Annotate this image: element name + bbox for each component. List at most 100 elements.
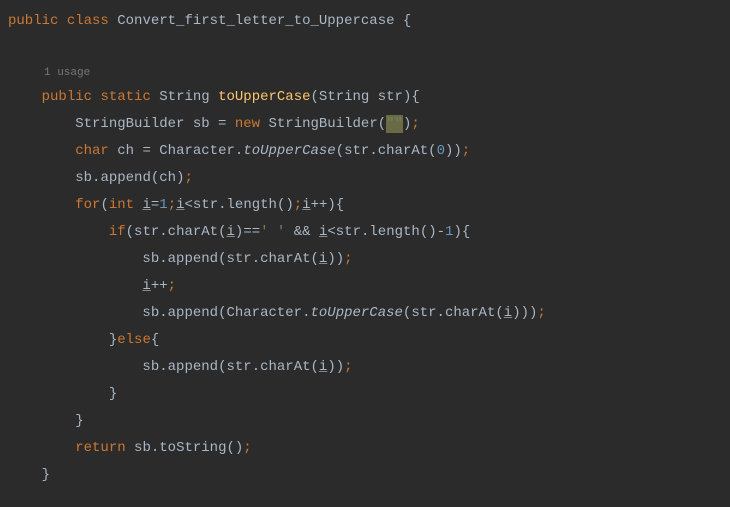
- brace-close: }: [42, 467, 50, 483]
- method-append: append: [168, 251, 218, 267]
- code-line-15: return sb.toString();: [0, 435, 730, 462]
- paren-open: (: [100, 197, 108, 213]
- less-than: <: [185, 197, 193, 213]
- method-append: append: [168, 359, 218, 375]
- code-line-4: char ch = Character.toUpperCase(str.char…: [0, 138, 730, 165]
- code-editor[interactable]: public class Convert_first_letter_to_Upp…: [0, 8, 730, 489]
- brace-close: }: [109, 332, 117, 348]
- var-i: i: [227, 224, 235, 240]
- var-i: i: [302, 197, 310, 213]
- paren-open: (: [428, 143, 436, 159]
- method-charat: charAt: [260, 359, 310, 375]
- blank-line: [0, 35, 730, 62]
- dot: .: [159, 251, 167, 267]
- var-str: str: [226, 359, 251, 375]
- brace-open: {: [395, 13, 412, 29]
- dot: .: [159, 224, 167, 240]
- paren-open: (: [311, 89, 319, 105]
- increment-op: ++: [311, 197, 328, 213]
- number-literal-0: 0: [437, 143, 445, 159]
- var-i: i: [142, 278, 150, 294]
- keyword-else: else: [117, 332, 151, 348]
- keyword-new: new: [235, 116, 260, 132]
- method-charat: charAt: [260, 251, 310, 267]
- dot: .: [218, 197, 226, 213]
- semicolon: ;: [344, 251, 352, 267]
- paren-close-close: )): [445, 143, 462, 159]
- paren-close-close: )): [327, 359, 344, 375]
- ctor-stringbuilder: StringBuilder: [269, 116, 378, 132]
- dot: .: [437, 305, 445, 321]
- paren-open: (: [378, 116, 386, 132]
- method-charat: charAt: [168, 224, 218, 240]
- semicolon: ;: [184, 170, 192, 186]
- code-line-10: sb.append(Character.toUpperCase(str.char…: [0, 300, 730, 327]
- paren-open: (: [218, 224, 226, 240]
- var-str: str: [411, 305, 436, 321]
- code-line-3: StringBuilder sb = new StringBuilder("")…: [0, 111, 730, 138]
- brace-open: {: [151, 332, 159, 348]
- paren-close-brace: ){: [453, 224, 470, 240]
- method-charat: charAt: [445, 305, 495, 321]
- var-str: str: [193, 197, 218, 213]
- var-str: str: [226, 251, 251, 267]
- code-line-5: sb.append(ch);: [0, 165, 730, 192]
- parens: (): [420, 224, 437, 240]
- var-i: i: [176, 197, 184, 213]
- method-tostring: toString: [159, 440, 226, 456]
- semicolon: ;: [411, 116, 419, 132]
- return-type: String: [159, 89, 209, 105]
- equals: =: [134, 143, 159, 159]
- code-line-11: }else{: [0, 327, 730, 354]
- keyword-int: int: [109, 197, 134, 213]
- keyword-public: public: [42, 89, 92, 105]
- method-name: toUpperCase: [218, 89, 310, 105]
- dot: .: [252, 251, 260, 267]
- keyword-class: class: [67, 13, 109, 29]
- var-sb: sb: [142, 305, 159, 321]
- dot: .: [369, 143, 377, 159]
- dot: .: [159, 305, 167, 321]
- keyword-char: char: [75, 143, 109, 159]
- var-sb: sb: [75, 170, 92, 186]
- keyword-return: return: [75, 440, 125, 456]
- code-line-7: if(str.charAt(i)==' ' && i<str.length()-…: [0, 219, 730, 246]
- paren-open: (: [311, 251, 319, 267]
- var-str: str: [134, 224, 159, 240]
- paren-open: (: [151, 170, 159, 186]
- semicolon: ;: [294, 197, 302, 213]
- class-name: Convert_first_letter_to_Uppercase: [117, 13, 394, 29]
- number-literal-1: 1: [159, 197, 167, 213]
- dot: .: [159, 359, 167, 375]
- semicolon: ;: [243, 440, 251, 456]
- equals: =: [210, 116, 235, 132]
- increment-op: ++: [151, 278, 168, 294]
- usage-hint[interactable]: 1 usage: [0, 62, 730, 84]
- method-append: append: [100, 170, 150, 186]
- var-ch: ch: [159, 170, 176, 186]
- static-method-touppercase: toUpperCase: [243, 143, 335, 159]
- var-sb: sb: [193, 116, 210, 132]
- code-line-2: public static String toUpperCase(String …: [0, 84, 730, 111]
- equals-equals: ==: [243, 224, 260, 240]
- static-method-touppercase: toUpperCase: [311, 305, 403, 321]
- paren-close-close-close: ))): [512, 305, 537, 321]
- var-sb: sb: [142, 359, 159, 375]
- parens: (): [226, 440, 243, 456]
- paren-open: (: [336, 143, 344, 159]
- code-line-16: }: [0, 462, 730, 489]
- method-charat: charAt: [378, 143, 428, 159]
- code-line-6: for(int i=1;i<str.length();i++){: [0, 192, 730, 219]
- code-line-8: sb.append(str.charAt(i));: [0, 246, 730, 273]
- keyword-public: public: [8, 13, 58, 29]
- dot: .: [151, 440, 159, 456]
- var-str: str: [336, 224, 361, 240]
- paren-close-brace: ){: [403, 89, 420, 105]
- var-ch: ch: [117, 143, 134, 159]
- method-append: append: [168, 305, 218, 321]
- param-name: str: [378, 89, 403, 105]
- method-length: length: [369, 224, 419, 240]
- space: [126, 440, 134, 456]
- paren-close-brace: ){: [327, 197, 344, 213]
- code-line-13: }: [0, 381, 730, 408]
